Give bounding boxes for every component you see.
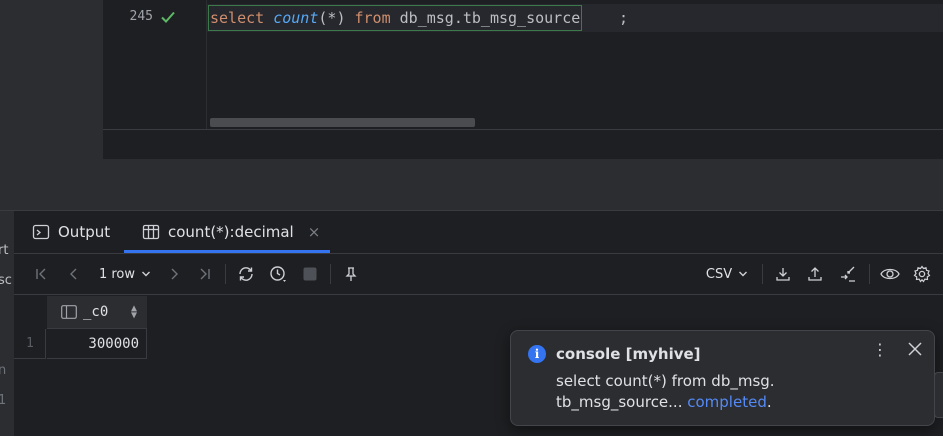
compare-icon[interactable] (836, 254, 860, 294)
export-format-select[interactable]: CSV (702, 254, 752, 294)
sort-icon[interactable]: ▲ ▼ (131, 304, 137, 321)
function-count: count (273, 9, 319, 27)
export-format-label: CSV (705, 266, 733, 282)
notification-body: select count(*) from db_msg. tb_msg_sour… (556, 372, 775, 411)
notification-balloon[interactable]: i console [myhive] select count(*) from … (510, 330, 935, 426)
editor-panel-separator (0, 159, 943, 211)
check-icon (161, 11, 175, 23)
notification-title: console [myhive] (556, 345, 701, 363)
chevron-down-icon (739, 271, 748, 277)
table-identifier: db_msg.tb_msg_source (399, 9, 581, 27)
statement-terminator: ; (619, 9, 629, 27)
last-page-icon[interactable] (194, 254, 214, 294)
stacked-notification-edge (934, 372, 943, 418)
table-icon (142, 224, 160, 240)
stop-icon[interactable] (300, 254, 320, 294)
chevron-down-icon (142, 271, 151, 277)
prev-page-icon[interactable] (64, 254, 84, 294)
row-number: 1 (14, 329, 46, 359)
code-statement[interactable]: select count(*) from db_msg.tb_msg_sourc… (208, 5, 583, 31)
table-cell[interactable]: 300000 (47, 329, 147, 359)
keyword-from: from (354, 9, 391, 27)
more-options-icon[interactable]: ⋮ (871, 340, 889, 360)
refresh-icon[interactable] (234, 254, 258, 294)
console-icon (32, 224, 50, 240)
info-icon: i (528, 345, 546, 363)
close-icon[interactable] (905, 339, 925, 359)
first-page-icon[interactable] (32, 254, 52, 294)
completed-link[interactable]: completed (687, 393, 767, 411)
column-icon (61, 305, 77, 319)
keyword-select: select (210, 9, 265, 27)
settings-icon[interactable] (910, 254, 934, 294)
page-size-select[interactable]: 1 row (94, 254, 156, 294)
tab-output[interactable]: Output (32, 211, 110, 253)
result-toolbar: 1 row CSV (14, 253, 943, 295)
tab-output-label: Output (58, 223, 111, 241)
pin-icon[interactable] (340, 254, 362, 294)
close-icon[interactable]: × (308, 223, 321, 241)
column-header-label: _c0 (83, 304, 109, 320)
horizontal-scrollbar[interactable] (210, 118, 475, 127)
rows-count-label: 1 row (98, 266, 136, 282)
editor-gutter: 245 (103, 0, 206, 129)
upload-icon[interactable] (804, 254, 826, 294)
next-page-icon[interactable] (164, 254, 184, 294)
services-tree-stub: rt sc n 1 (0, 211, 14, 436)
project-sidebar (0, 0, 103, 159)
column-header[interactable]: _c0 ▲ ▼ (47, 296, 147, 329)
result-tabs: Output count(*):decimal × (14, 211, 943, 253)
line-number: 245 (129, 9, 153, 24)
download-icon[interactable] (772, 254, 794, 294)
tab-result[interactable]: count(*):decimal × (138, 211, 324, 253)
tab-result-label: count(*):decimal (168, 223, 294, 241)
history-icon[interactable] (266, 254, 290, 294)
view-icon[interactable] (878, 254, 902, 294)
sql-editor[interactable]: 245 select count(*) from db_msg.tb_msg_s… (103, 0, 943, 159)
